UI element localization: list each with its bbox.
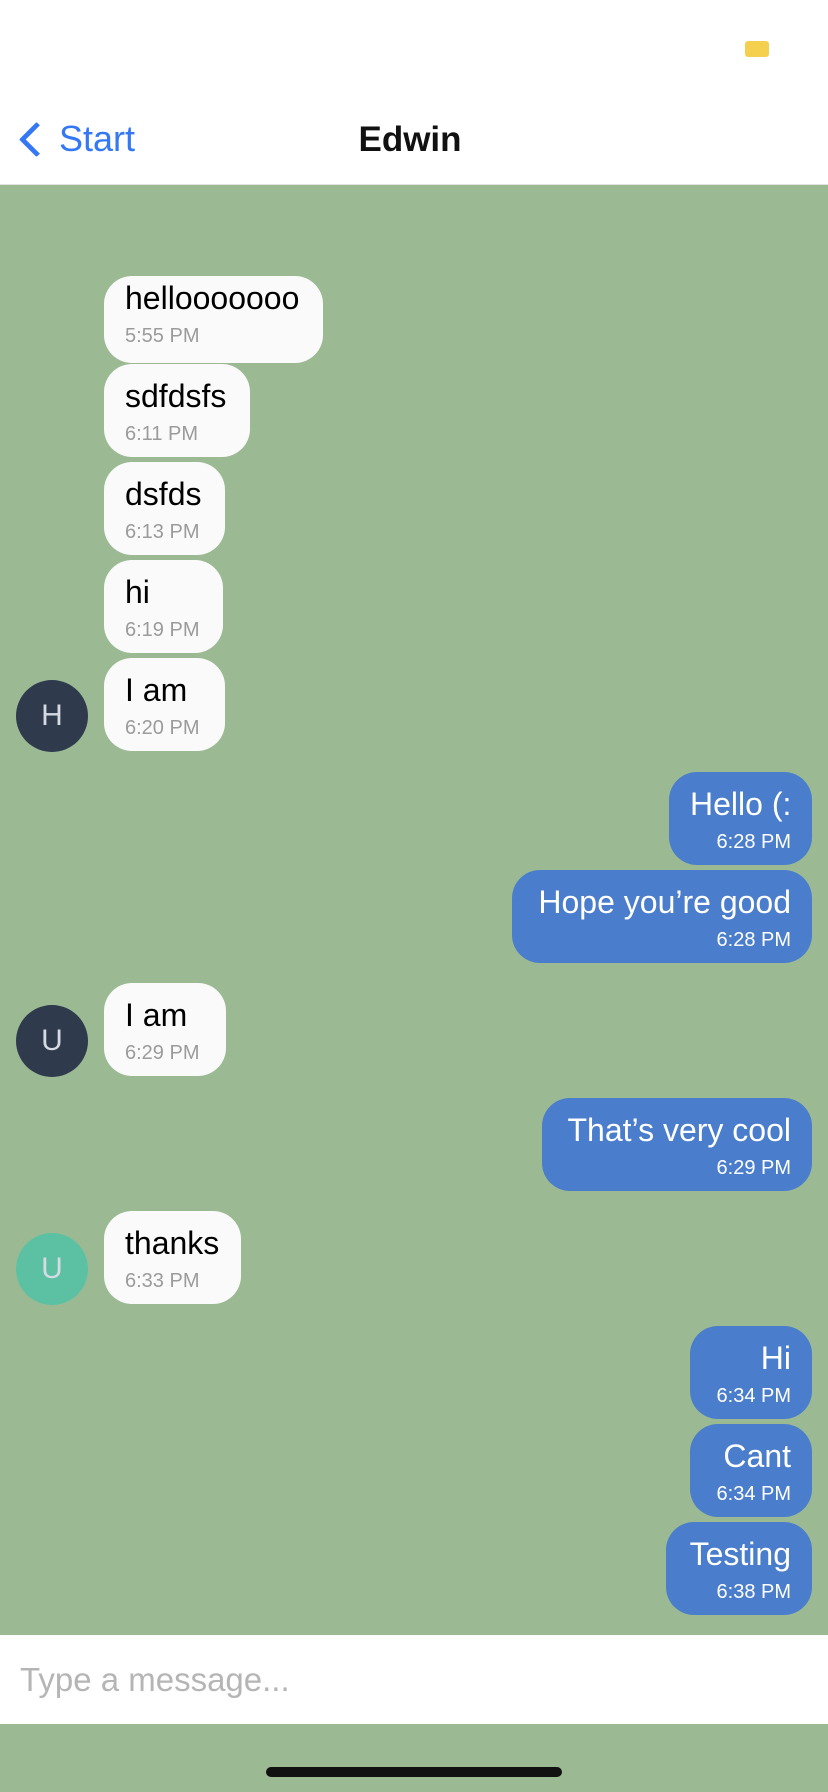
message-text: hi bbox=[125, 574, 150, 610]
navigation-bar: Edwin Start bbox=[0, 95, 828, 185]
battery-icon bbox=[745, 41, 769, 57]
status-bar bbox=[0, 0, 828, 95]
message-time: 6:20 PM bbox=[125, 717, 200, 739]
message-time: 6:33 PM bbox=[125, 1270, 200, 1292]
message-list[interactable]: hellooooooo 5:55 PM sdfdsfs 6:11 PM dsfd… bbox=[0, 185, 828, 1635]
message-text: Hi bbox=[760, 1340, 791, 1376]
message-text: dsfds bbox=[125, 476, 202, 512]
message-bubble-incoming[interactable]: thanks 6:33 PM bbox=[104, 1211, 241, 1304]
avatar[interactable]: U bbox=[16, 1005, 88, 1077]
message-bubble-incoming[interactable]: I am 6:20 PM bbox=[104, 658, 225, 751]
message-bubble-outgoing[interactable]: Hope you’re good 6:28 PM bbox=[512, 870, 812, 963]
message-bubble-incoming[interactable]: sdfdsfs 6:11 PM bbox=[104, 364, 250, 457]
message-text: Testing bbox=[689, 1536, 791, 1572]
message-bubble-outgoing[interactable]: Hello (: 6:28 PM bbox=[669, 772, 812, 865]
message-bubble-incoming[interactable]: I am 6:29 PM bbox=[104, 983, 226, 1076]
composer-bar bbox=[0, 1635, 828, 1724]
avatar[interactable]: H bbox=[16, 680, 88, 752]
message-time: 6:29 PM bbox=[125, 1042, 200, 1064]
home-indicator[interactable] bbox=[266, 1767, 562, 1777]
back-button-label: Start bbox=[59, 118, 136, 159]
back-button[interactable]: Start bbox=[14, 117, 135, 161]
message-time: 6:28 PM bbox=[716, 831, 791, 853]
message-time: 6:34 PM bbox=[716, 1483, 791, 1505]
message-text: Cant bbox=[723, 1438, 791, 1474]
message-text: That’s very cool bbox=[567, 1112, 792, 1148]
message-text: I am bbox=[125, 672, 188, 708]
message-time: 6:11 PM bbox=[125, 423, 198, 445]
message-bubble-outgoing[interactable]: That’s very cool 6:29 PM bbox=[542, 1098, 812, 1191]
message-time: 6:38 PM bbox=[716, 1581, 791, 1603]
message-time: 6:29 PM bbox=[716, 1157, 791, 1179]
message-bubble-incoming[interactable]: hellooooooo 5:55 PM bbox=[104, 276, 323, 363]
message-bubble-incoming[interactable]: hi 6:19 PM bbox=[104, 560, 223, 653]
message-bubble-outgoing[interactable]: Testing 6:38 PM bbox=[666, 1522, 812, 1615]
message-text: I am bbox=[125, 997, 188, 1033]
message-bubble-outgoing[interactable]: Cant 6:34 PM bbox=[690, 1424, 812, 1517]
message-time: 6:28 PM bbox=[716, 929, 791, 951]
message-bubble-incoming[interactable]: dsfds 6:13 PM bbox=[104, 462, 225, 555]
message-time: 6:13 PM bbox=[125, 521, 200, 543]
avatar[interactable]: U bbox=[16, 1233, 88, 1305]
message-time: 6:19 PM bbox=[125, 619, 200, 641]
message-text: hellooooooo bbox=[125, 280, 300, 316]
message-text: thanks bbox=[125, 1225, 220, 1261]
message-input[interactable] bbox=[20, 1635, 800, 1724]
message-time: 6:34 PM bbox=[716, 1385, 791, 1407]
message-text: Hope you’re good bbox=[538, 884, 791, 920]
message-time: 5:55 PM bbox=[125, 325, 200, 347]
message-bubble-outgoing[interactable]: Hi 6:34 PM bbox=[690, 1326, 812, 1419]
message-text: Hello (: bbox=[690, 786, 792, 822]
message-text: sdfdsfs bbox=[125, 378, 227, 414]
chevron-left-icon bbox=[18, 121, 55, 157]
